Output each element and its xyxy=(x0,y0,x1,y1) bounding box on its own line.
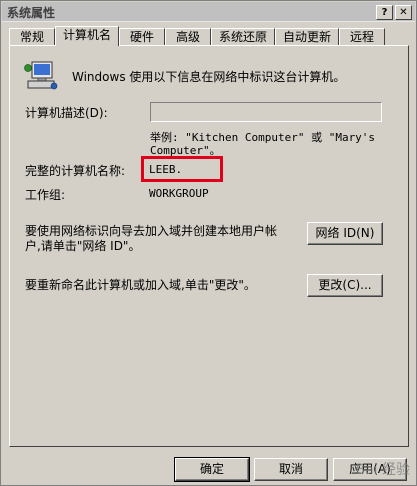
ok-button[interactable]: 确定 xyxy=(174,457,250,482)
full-name-label: 完整的计算机名称: xyxy=(25,164,126,178)
change-button[interactable]: 更改(C)... xyxy=(307,274,383,297)
computer-name-panel: Windows 使用以下信息在网络中标识这台计算机。 计算机描述(D): 举例:… xyxy=(9,45,409,447)
window-title: 系统属性 xyxy=(7,6,56,20)
tab-system-restore[interactable]: 系统还原 xyxy=(211,28,275,45)
close-icon[interactable]: ✕ xyxy=(395,5,412,20)
rename-text: 要重新命名此计算机或加入域,单击"更改"。 xyxy=(25,278,256,292)
intro-text: Windows 使用以下信息在网络中标识这台计算机。 xyxy=(72,70,346,84)
highlight-box xyxy=(141,156,223,182)
cancel-button[interactable]: 取消 xyxy=(254,458,328,481)
tab-computer-name[interactable]: 计算机名 xyxy=(55,26,119,46)
watermark: Bai 经验 xyxy=(355,462,410,478)
description-label: 计算机描述(D): xyxy=(25,106,108,120)
workgroup-value: WORKGROUP xyxy=(149,187,209,200)
network-id-text-line2: 户,请单击"网络 ID"。 xyxy=(25,239,141,253)
tab-remote[interactable]: 远程 xyxy=(339,28,385,45)
system-properties-window: 系统属性 ? ✕ 常规 计算机名 硬件 高级 系统还原 自动更新 远程 Wind… xyxy=(0,0,417,486)
workgroup-label: 工作组: xyxy=(25,188,66,202)
help-icon[interactable]: ? xyxy=(376,5,393,20)
tab-strip: 常规 计算机名 硬件 高级 系统还原 自动更新 远程 xyxy=(9,26,409,46)
computer-icon xyxy=(24,61,58,90)
tab-hardware[interactable]: 硬件 xyxy=(119,28,165,45)
computer-description-input[interactable] xyxy=(150,102,382,122)
tab-advanced[interactable]: 高级 xyxy=(165,28,211,45)
network-id-button[interactable]: 网络 ID(N) xyxy=(307,222,383,245)
tab-general[interactable]: 常规 xyxy=(9,28,55,45)
tab-automatic-updates[interactable]: 自动更新 xyxy=(275,28,339,45)
title-bar[interactable]: 系统属性 ? ✕ xyxy=(2,2,415,22)
